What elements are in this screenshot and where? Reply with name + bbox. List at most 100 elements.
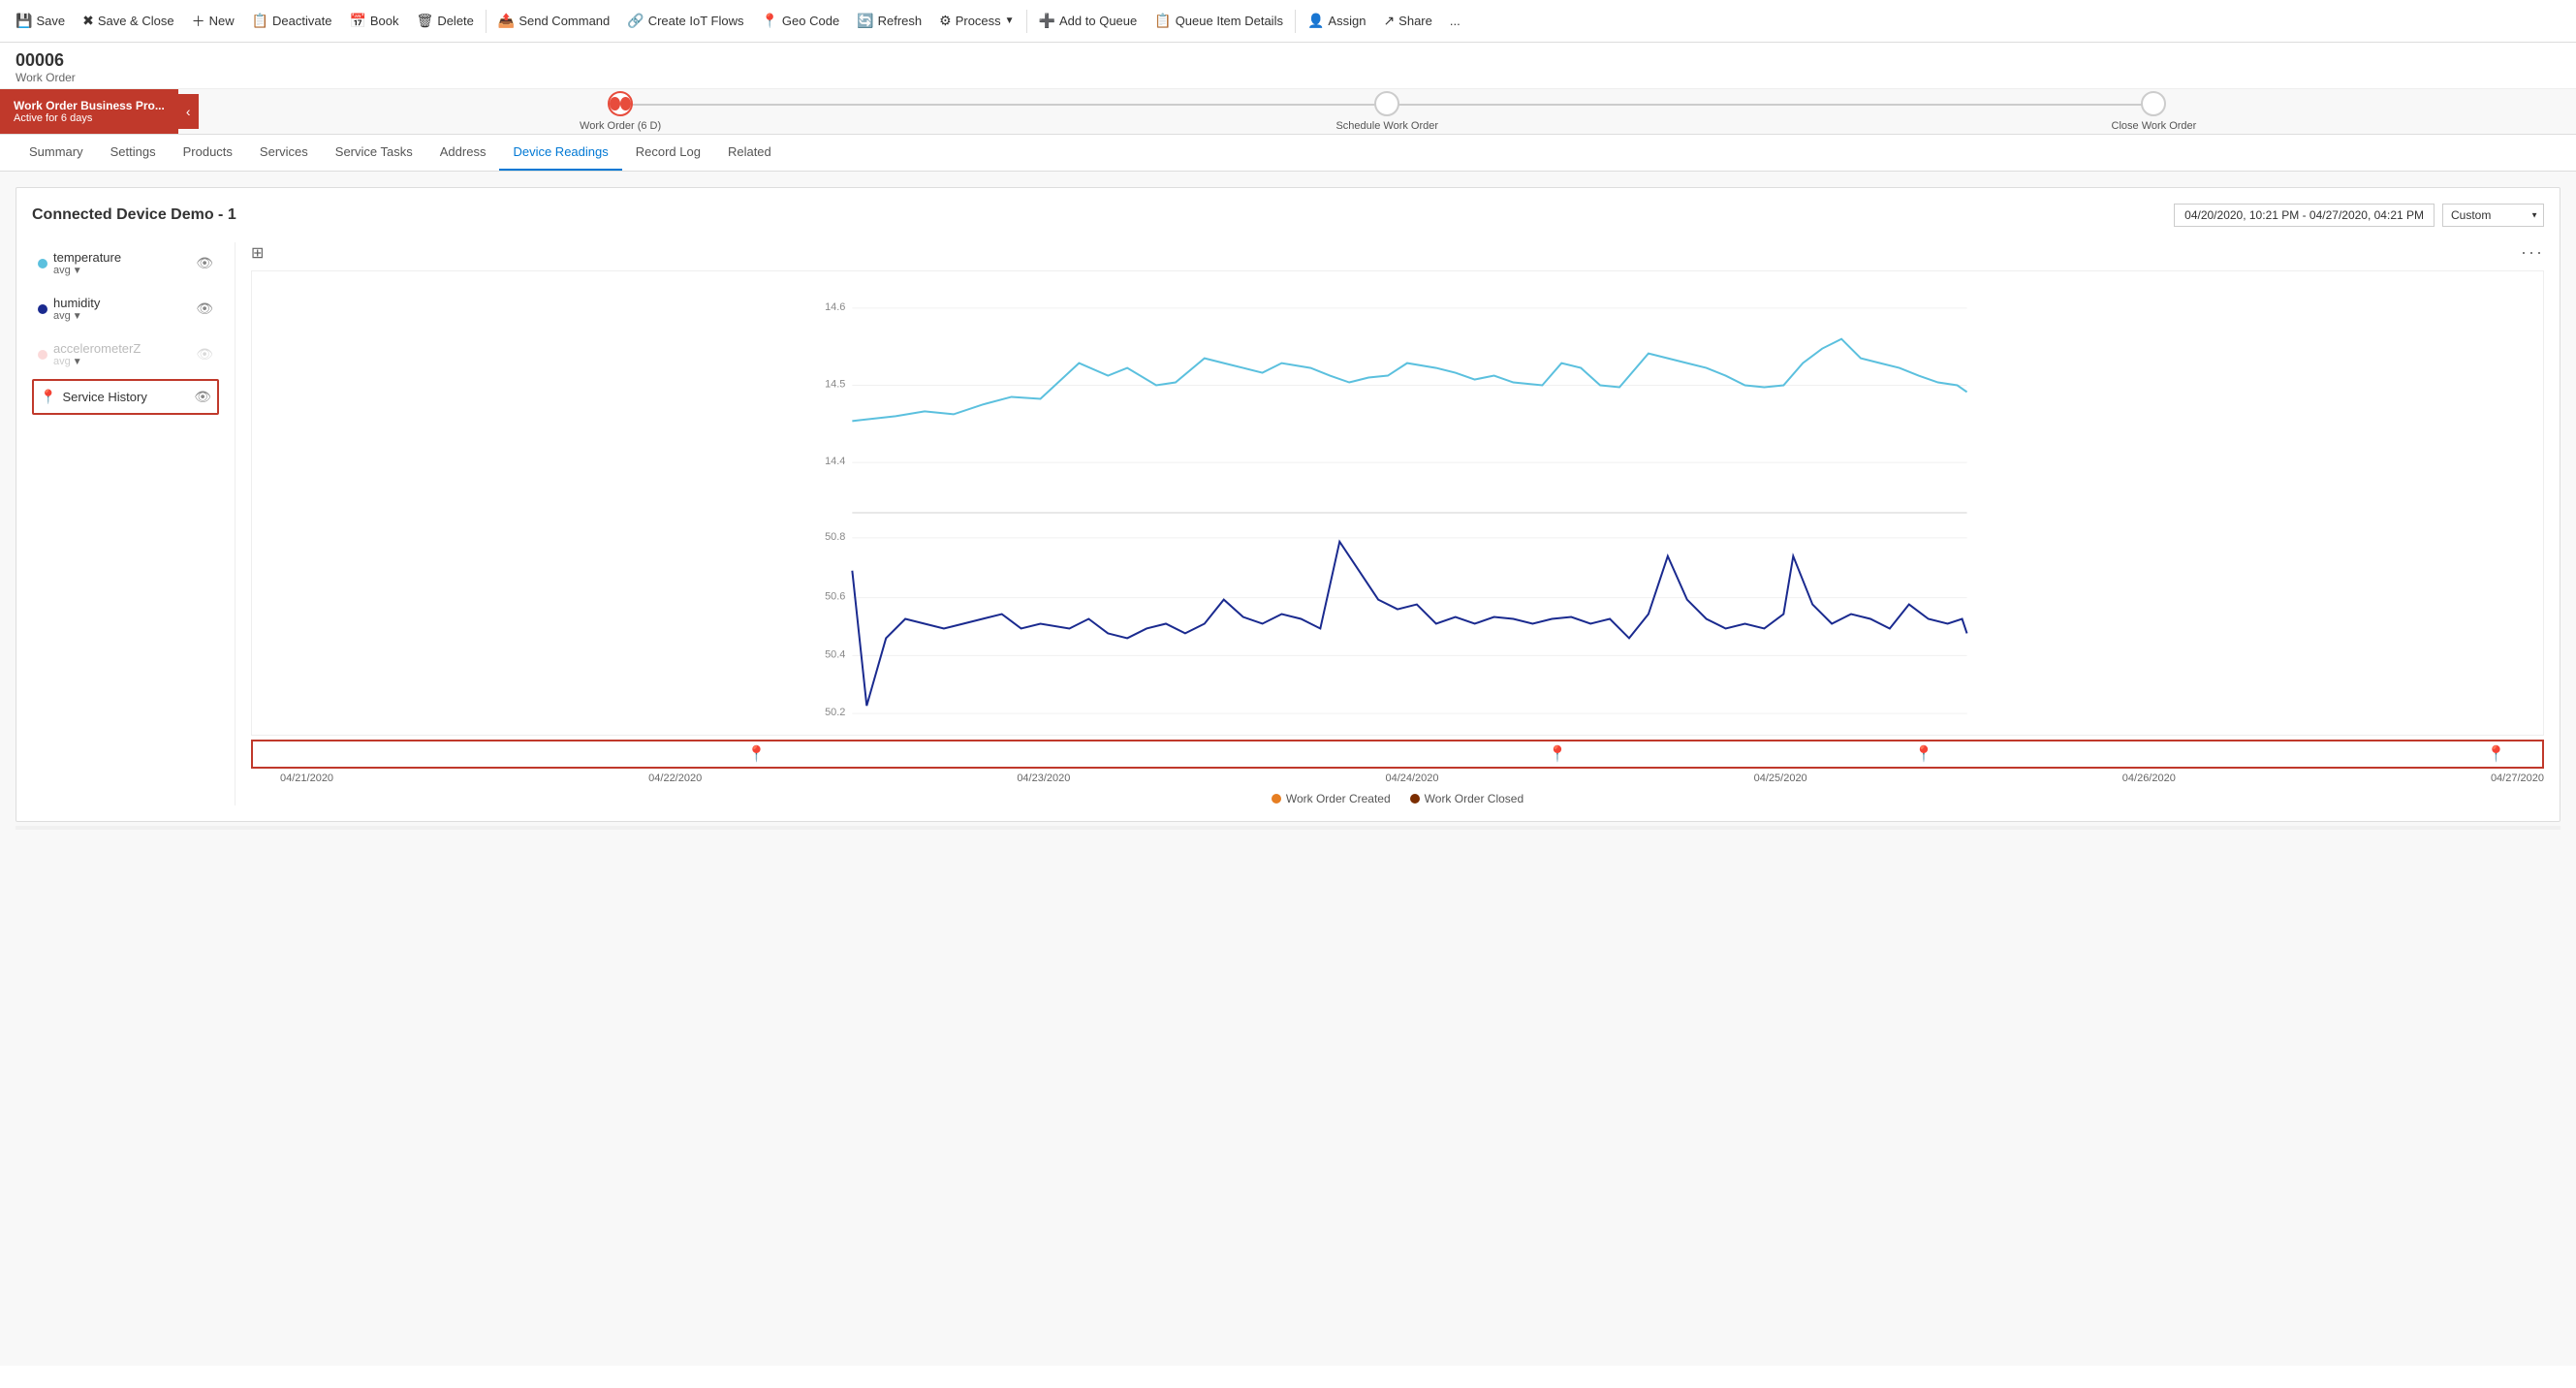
- deactivate-button[interactable]: 📋 Deactivate: [244, 9, 340, 33]
- tab-settings[interactable]: Settings: [97, 135, 170, 171]
- save-icon: 💾: [16, 13, 32, 29]
- tab-record-log[interactable]: Record Log: [622, 135, 714, 171]
- toolbar-separator-2: [1026, 10, 1027, 33]
- share-button[interactable]: ↗ Share: [1375, 9, 1439, 33]
- step-label-3: Close Work Order: [2112, 120, 2197, 132]
- record-type: Work Order: [16, 71, 2560, 84]
- add-queue-icon: ➕: [1039, 13, 1055, 29]
- legend-item-temperature: temperature avg ▼ 👁: [32, 242, 219, 284]
- step-line-r: [1387, 104, 1771, 106]
- timeline-area: 📍 📍 📍 📍: [251, 740, 2544, 769]
- status-active-label: Work Order Business Pro... Active for 6 …: [0, 89, 178, 134]
- svg-text:50.2: 50.2: [825, 707, 845, 718]
- temperature-dot: [38, 259, 47, 268]
- step-schedule: Schedule Work Order: [1004, 91, 1771, 132]
- svg-text:14.4: 14.4: [825, 456, 845, 467]
- step-line: [620, 104, 1004, 106]
- process-button[interactable]: ⚙ Process ▼: [931, 9, 1021, 33]
- step-circle-inactive: [1374, 91, 1399, 116]
- x-axis-labels: 04/21/2020 04/22/2020 04/23/2020 04/24/2…: [251, 769, 2544, 784]
- humidity-visibility-toggle[interactable]: 👁: [196, 300, 213, 317]
- more-button[interactable]: ...: [1442, 10, 1468, 32]
- temperature-visibility-toggle[interactable]: 👁: [196, 255, 213, 271]
- temperature-label: temperature: [53, 250, 121, 265]
- range-select[interactable]: Custom Last 7 Days Last 30 Days: [2442, 204, 2544, 227]
- svg-text:50.6: 50.6: [825, 591, 845, 603]
- chart-more-button[interactable]: ···: [2521, 242, 2544, 263]
- step-label: Work Order (6 D): [580, 120, 661, 132]
- step-close: Close Work Order: [1771, 91, 2537, 132]
- svg-text:50.4: 50.4: [825, 648, 845, 660]
- refresh-icon: 🔄: [857, 13, 873, 29]
- humidity-agg: avg ▼: [53, 310, 100, 322]
- device-title: Connected Device Demo - 1: [32, 206, 236, 224]
- humidity-label: humidity: [53, 296, 100, 310]
- service-history-pin-icon: 📍: [40, 389, 56, 405]
- tab-address[interactable]: Address: [426, 135, 500, 171]
- save-close-icon: ✖: [82, 13, 94, 29]
- tab-service-tasks[interactable]: Service Tasks: [322, 135, 426, 171]
- tab-summary[interactable]: Summary: [16, 135, 97, 171]
- x-label-5: 04/26/2020: [2122, 773, 2176, 784]
- work-order-created-label: Work Order Created: [1286, 792, 1391, 805]
- accelerometerz-visibility-toggle[interactable]: 👁: [196, 346, 213, 363]
- step-line-left: [1771, 104, 2154, 106]
- new-button[interactable]: ＋ New: [184, 8, 242, 35]
- tab-related[interactable]: Related: [714, 135, 785, 171]
- device-readings-chart: 14.6 14.5 14.4 50.8 50.6: [251, 270, 2544, 736]
- step-work-order: Work Order (6 D): [237, 91, 1004, 132]
- legend-item-humidity: humidity avg ▼ 👁: [32, 288, 219, 330]
- chart-legend-bottom: Work Order Created Work Order Closed: [251, 792, 2544, 805]
- record-id: 00006: [16, 50, 2560, 71]
- create-iot-flows-button[interactable]: 🔗 Create IoT Flows: [619, 9, 751, 33]
- deactivate-icon: 📋: [252, 13, 268, 29]
- timeline-pin-3: 📍: [1914, 744, 1933, 764]
- device-panel-header: Connected Device Demo - 1 04/20/2020, 10…: [32, 204, 2544, 227]
- x-label-4: 04/25/2020: [1754, 773, 1807, 784]
- refresh-button[interactable]: 🔄 Refresh: [849, 9, 929, 33]
- work-order-closed-dot: [1410, 794, 1420, 804]
- status-bar: Work Order Business Pro... Active for 6 …: [0, 89, 2576, 135]
- geo-code-icon: 📍: [761, 13, 777, 29]
- tab-device-readings[interactable]: Device Readings: [499, 135, 621, 171]
- main-content: Connected Device Demo - 1 04/20/2020, 10…: [0, 172, 2576, 1366]
- device-panel: Connected Device Demo - 1 04/20/2020, 10…: [16, 187, 2560, 822]
- step-label-2: Schedule Work Order: [1335, 120, 1438, 132]
- step-circle-inactive-2: [2141, 91, 2166, 116]
- tab-products[interactable]: Products: [170, 135, 246, 171]
- delete-button[interactable]: 🗑 Delete: [409, 9, 482, 33]
- send-command-button[interactable]: 📤 Send Command: [490, 9, 617, 33]
- timeline-pin-2: 📍: [1548, 744, 1567, 764]
- book-button[interactable]: 📅 Book: [341, 9, 406, 33]
- assign-button[interactable]: 👤 Assign: [1300, 9, 1373, 33]
- geo-code-button[interactable]: 📍 Geo Code: [753, 9, 847, 33]
- status-chevron-button[interactable]: ‹: [178, 94, 199, 129]
- date-range-text: 04/20/2020, 10:21 PM - 04/27/2020, 04:21…: [2174, 204, 2435, 227]
- x-label-0: 04/21/2020: [280, 773, 333, 784]
- x-label-6: 04/27/2020: [2491, 773, 2544, 784]
- tab-services[interactable]: Services: [246, 135, 322, 171]
- iot-flows-icon: 🔗: [627, 13, 644, 29]
- delete-icon: 🗑: [417, 13, 434, 29]
- step-circle-active: [608, 91, 633, 116]
- work-order-created-dot: [1272, 794, 1281, 804]
- add-to-queue-button[interactable]: ➕ Add to Queue: [1031, 9, 1146, 33]
- service-history-label: Service History: [62, 390, 146, 404]
- toolbar: 💾 Save ✖ Save & Close ＋ New 📋 Deactivate…: [0, 0, 2576, 43]
- layers-icon[interactable]: ⊞: [251, 243, 264, 263]
- service-history-visibility-toggle[interactable]: 👁: [194, 389, 211, 405]
- process-icon: ⚙: [939, 13, 952, 29]
- accelerometerz-label: accelerometerZ: [53, 341, 141, 356]
- date-range-controls: 04/20/2020, 10:21 PM - 04/27/2020, 04:21…: [2174, 204, 2544, 227]
- chart-area: ⊞ ··· 14.6 14.5 14.4: [236, 242, 2544, 805]
- save-close-button[interactable]: ✖ Save & Close: [75, 9, 182, 33]
- step-line-l: [1004, 104, 1388, 106]
- svg-text:14.6: 14.6: [825, 301, 845, 313]
- device-body: temperature avg ▼ 👁 humidity avg ▼: [32, 242, 2544, 805]
- legend-work-order-created: Work Order Created: [1272, 792, 1391, 805]
- svg-text:50.8: 50.8: [825, 531, 845, 543]
- accelerometerz-dot: [38, 350, 47, 360]
- queue-item-details-button[interactable]: 📋 Queue Item Details: [1147, 9, 1291, 33]
- record-header: 00006 Work Order: [0, 43, 2576, 89]
- save-button[interactable]: 💾 Save: [8, 9, 73, 33]
